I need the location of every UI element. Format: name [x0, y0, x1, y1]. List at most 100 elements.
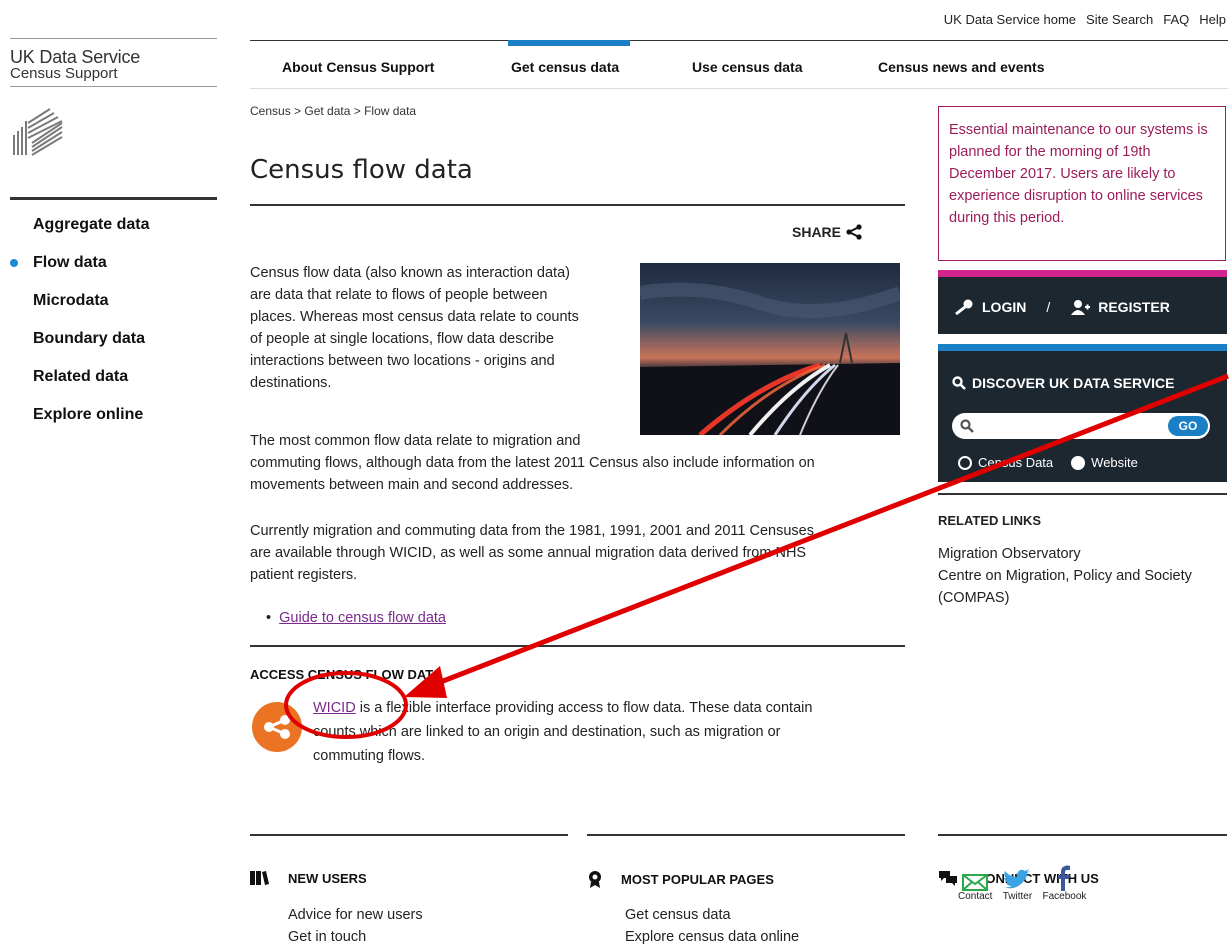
text-line: The most common flow data relate to migr…	[250, 433, 581, 449]
social-label: Contact	[958, 891, 993, 902]
nav-about-census-support[interactable]: About Census Support	[282, 59, 434, 75]
wicid-description: WICID is a flexible interface providing …	[313, 696, 903, 768]
login-link[interactable]: LOGIN	[982, 299, 1026, 315]
text-line: patient registers.	[250, 567, 358, 583]
text-line: Currently migration and commuting data f…	[250, 523, 814, 539]
discover-heading-row: DISCOVER UK DATA SERVICE	[952, 375, 1175, 391]
login-separator: /	[1046, 299, 1051, 315]
key-icon	[955, 299, 973, 315]
site-search-link[interactable]: Site Search	[1086, 12, 1153, 27]
radio-dot	[958, 455, 972, 470]
text-line: Census flow data (also known as interact…	[250, 265, 570, 281]
radio-website[interactable]: Website	[1071, 455, 1138, 470]
text-line: commuting flows, although data from the …	[250, 455, 815, 471]
bullet: •	[266, 610, 280, 626]
sidebar-item-aggregate-data[interactable]: Aggregate data	[10, 213, 217, 251]
page-title: Census flow data	[250, 155, 473, 185]
go-button[interactable]: GO	[1168, 416, 1208, 436]
brand[interactable]: UK Data Service Census Support	[10, 38, 217, 156]
text-line: movements between main and second addres…	[250, 477, 574, 493]
nav-census-news-and-events[interactable]: Census news and events	[878, 59, 1045, 75]
brand-name: UK Data Service	[10, 47, 141, 67]
radio-label: Census Data	[978, 455, 1054, 470]
main-nav: About Census Support Get census data Use…	[250, 40, 1228, 89]
text-line: interactions between two locations - ori…	[250, 353, 555, 369]
social-links: Contact Twitter Facebook	[958, 865, 1086, 902]
sidebar-item-explore-online[interactable]: Explore online	[10, 403, 217, 441]
nav-get-census-data[interactable]: Get census data	[507, 40, 631, 75]
popular-links: Get census data Explore census data onli…	[625, 904, 799, 944]
faq-link[interactable]: FAQ	[1163, 12, 1189, 27]
related-link-migration-observatory[interactable]: Migration Observatory	[938, 543, 1223, 565]
chat-bubbles-icon	[939, 871, 957, 886]
add-user-icon	[1071, 300, 1091, 315]
left-sidebar-nav: Aggregate data Flow data Microdata Bound…	[10, 197, 217, 441]
sidebar-item-flow-data[interactable]: Flow data	[10, 251, 217, 289]
text-line: WICID is a flexible interface providing …	[313, 696, 903, 720]
nav-use-census-data[interactable]: Use census data	[692, 59, 803, 75]
footer-popular-pages: MOST POPULAR PAGES Get census data Explo…	[587, 834, 905, 944]
uk-data-service-logo-icon	[13, 108, 63, 156]
discover-heading: DISCOVER UK DATA SERVICE	[972, 375, 1175, 391]
award-ribbon-icon	[589, 871, 601, 888]
text-line: commuting flows.	[313, 748, 426, 764]
uk-data-service-home-link[interactable]: UK Data Service home	[944, 12, 1076, 27]
availability-paragraph: Currently migration and commuting data f…	[250, 520, 910, 586]
help-link[interactable]: Help	[1199, 12, 1226, 27]
search-scope-options: Census Data Website	[958, 455, 1138, 470]
wicid-link[interactable]: WICID	[313, 700, 356, 716]
radio-label: Website	[1091, 455, 1138, 470]
register-link[interactable]: REGISTER	[1098, 299, 1170, 315]
radio-census-data[interactable]: Census Data	[958, 455, 1053, 470]
discover-search-input[interactable]	[980, 417, 1160, 435]
twitter-bird-icon	[1004, 869, 1032, 889]
related-link-compas[interactable]: Centre on Migration, Policy and Society …	[938, 565, 1223, 609]
footer-link-get-census-data[interactable]: Get census data	[625, 904, 799, 926]
guide-list-item: • Guide to census flow data	[266, 610, 446, 626]
access-heading: ACCESS CENSUS FLOW DATA	[250, 667, 442, 682]
sidebar-item-related-data[interactable]: Related data	[10, 365, 217, 403]
discover-search-box: GO	[952, 413, 1210, 439]
text-line: are data that relate to flows of people …	[250, 287, 548, 303]
radio-dot-selected	[1071, 455, 1086, 470]
maintenance-notice: Essential maintenance to our systems is …	[938, 106, 1226, 261]
share-button[interactable]: SHARE	[792, 224, 863, 240]
share-icon	[846, 224, 862, 240]
footer-link-get-in-touch[interactable]: Get in touch	[288, 926, 423, 944]
sidebar-item-microdata[interactable]: Microdata	[10, 289, 217, 327]
envelope-icon	[962, 874, 989, 891]
section-divider	[250, 645, 905, 647]
search-field-icon	[960, 419, 974, 433]
contact-link[interactable]: Contact	[958, 871, 992, 902]
highway-night-photo	[640, 263, 900, 435]
social-label: Facebook	[1042, 891, 1087, 902]
footer-heading-row: NEW USERS	[250, 870, 367, 886]
text-line: places. Whereas most census data relate …	[250, 309, 579, 325]
text-line: of people at single locations, flow data…	[250, 331, 554, 347]
text-line: are available through WICID, as well as …	[250, 545, 807, 561]
flow-types-paragraph: The most common flow data relate to migr…	[250, 430, 910, 496]
title-divider	[250, 204, 905, 206]
sidebar-item-boundary-data[interactable]: Boundary data	[10, 327, 217, 365]
share-label: SHARE	[792, 224, 842, 240]
facebook-icon	[1058, 865, 1071, 891]
breadcrumb[interactable]: Census > Get data > Flow data	[250, 104, 416, 118]
facebook-link[interactable]: Facebook	[1042, 865, 1086, 902]
book-icon	[250, 871, 269, 885]
related-links-heading: RELATED LINKS	[938, 513, 1042, 528]
related-divider	[938, 493, 1227, 495]
footer-link-explore-online[interactable]: Explore census data online	[625, 926, 799, 944]
footer-link-advice[interactable]: Advice for new users	[288, 904, 423, 926]
twitter-link[interactable]: Twitter	[1002, 869, 1032, 902]
related-links-list: Migration Observatory Centre on Migratio…	[938, 543, 1223, 609]
discover-panel: DISCOVER UK DATA SERVICE GO Census Data …	[938, 344, 1227, 482]
social-label: Twitter	[1002, 891, 1033, 902]
guide-to-census-flow-data-link[interactable]: Guide to census flow data	[279, 610, 446, 626]
login-register-bar: LOGIN / REGISTER	[938, 270, 1227, 334]
footer-heading-row: MOST POPULAR PAGES	[587, 870, 774, 888]
search-icon	[952, 376, 966, 390]
text-fragment: is a flexible interface providing access…	[355, 700, 813, 716]
wicid-flow-icon	[252, 702, 302, 752]
intro-paragraph: Census flow data (also known as interact…	[250, 262, 635, 394]
new-users-links: Advice for new users Get in touch	[288, 904, 423, 944]
